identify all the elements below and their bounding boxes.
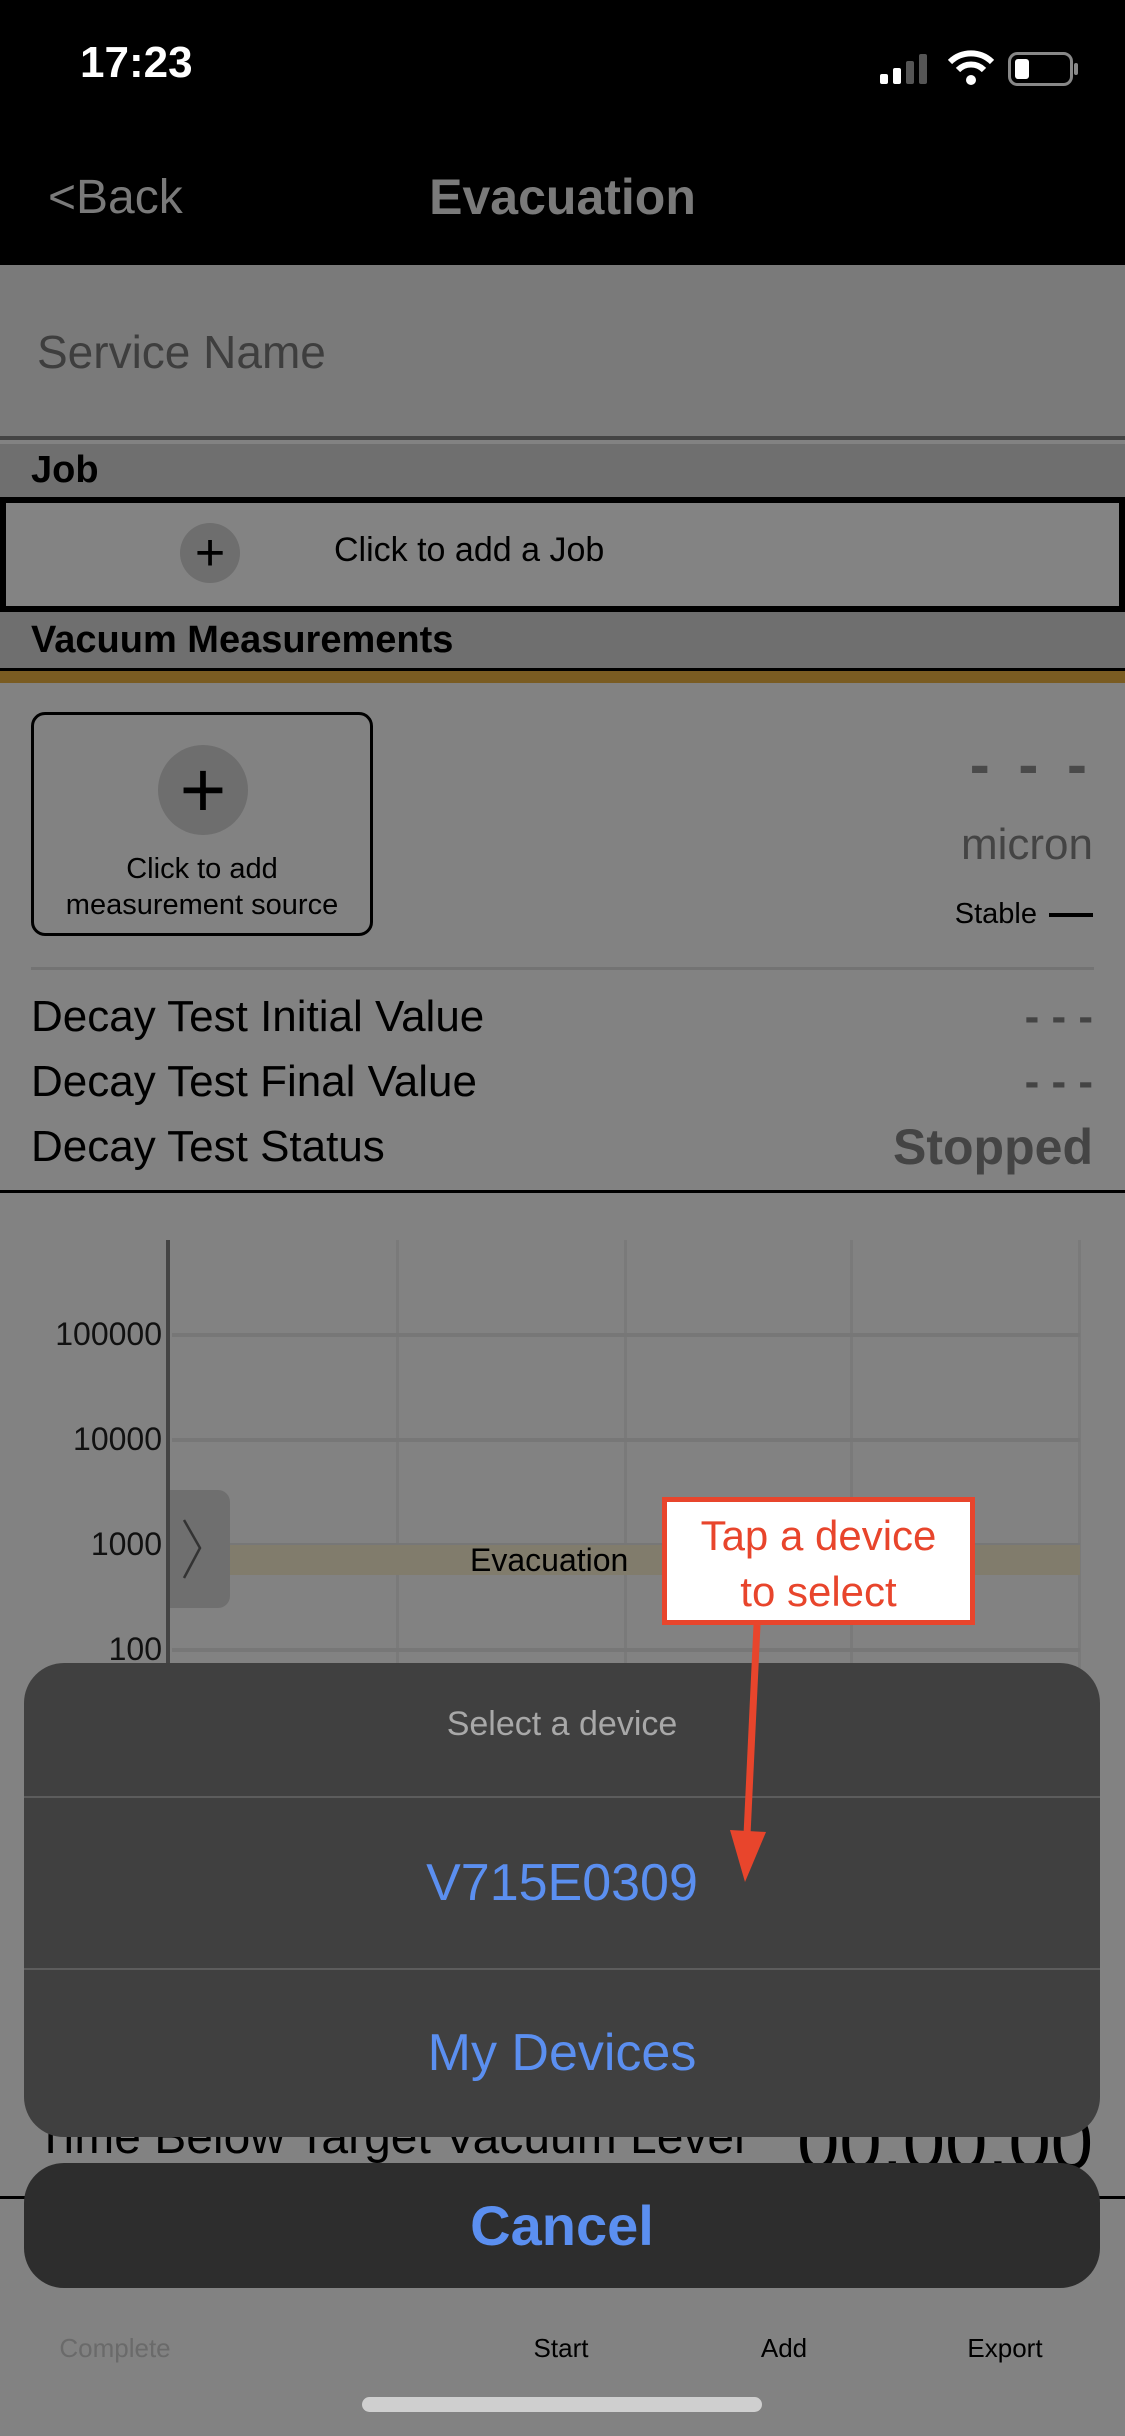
annotation-callout: Tap a device to select	[662, 1497, 975, 1625]
decay-final-label: Decay Test Final Value	[31, 1057, 477, 1106]
decay-status-label: Decay Test Status	[31, 1122, 385, 1171]
decay-status-value: Stopped	[893, 1119, 1093, 1175]
annotation-arrow-icon	[730, 1624, 766, 1882]
section-accent-line	[0, 668, 1125, 683]
vacuum-reading: - - -	[969, 731, 1093, 798]
add-job-button[interactable]: + Click to add a Job	[0, 497, 1125, 612]
battery-icon	[1008, 52, 1080, 86]
stability-indicator: Stable	[955, 898, 1093, 931]
grid-line-vertical	[1078, 1240, 1081, 1680]
signal-icon	[880, 54, 932, 84]
stability-label: Stable	[954, 898, 1037, 930]
home-indicator[interactable]	[362, 2397, 762, 2412]
decay-initial-label: Decay Test Initial Value	[31, 992, 485, 1041]
divider	[31, 967, 1094, 970]
y-axis	[166, 1240, 170, 1680]
add-source-label: Click to add measurement source	[34, 851, 370, 923]
add-measurement-source-button[interactable]: + Click to add measurement source	[31, 712, 373, 936]
decay-final-value: - - -	[1024, 1057, 1093, 1106]
plus-icon: +	[158, 745, 248, 835]
grid-line-vertical	[396, 1240, 399, 1680]
service-name-placeholder: Service Name	[37, 326, 326, 378]
divider	[0, 1190, 1125, 1193]
add-job-label: Click to add a Job	[334, 531, 605, 569]
grid-line-vertical	[624, 1240, 627, 1680]
grid-line-10000	[172, 1438, 1080, 1442]
chevron-right-icon	[182, 1519, 202, 1579]
y-tick-label: 10000	[73, 1421, 162, 1457]
job-section-header: Job	[0, 444, 1125, 497]
annotation-line1: Tap a device	[700, 1512, 937, 1559]
service-name-input[interactable]: Service Name	[0, 265, 1125, 440]
y-tick-label: 1000	[90, 1526, 162, 1562]
status-time: 17:23	[80, 38, 193, 87]
stable-dash-icon	[1049, 912, 1093, 917]
add-source-label-line2: measurement source	[65, 889, 339, 921]
target-band-label: Evacuation	[470, 1542, 629, 1578]
action-sheet-title: Select a device	[446, 1705, 678, 1743]
plus-icon: +	[180, 523, 240, 583]
tab-start[interactable]: Start	[534, 2333, 589, 2364]
vacuum-section-header: Vacuum Measurements	[0, 612, 1125, 668]
decay-initial-value: - - -	[1024, 992, 1093, 1041]
page-title: Evacuation	[429, 169, 696, 225]
job-header-label: Job	[31, 449, 99, 491]
expand-panel-chevron[interactable]	[170, 1490, 230, 1608]
vacuum-header-label: Vacuum Measurements	[31, 619, 454, 661]
vacuum-unit: micron	[960, 820, 1093, 869]
y-tick-label: 100000	[55, 1316, 162, 1352]
annotation-line2: to select	[740, 1568, 897, 1615]
add-source-label-line1: Click to add	[126, 853, 278, 885]
cancel-label: Cancel	[470, 2194, 654, 2257]
grid-line-100000	[172, 1333, 1080, 1337]
grid-line-100	[172, 1648, 1080, 1652]
tab-add[interactable]: Add	[761, 2333, 807, 2364]
my-devices-option[interactable]: My Devices	[24, 1970, 1100, 2137]
wifi-icon	[947, 50, 995, 86]
tab-export[interactable]: Export	[967, 2333, 1042, 2364]
device-option-v715e0309[interactable]: V715E0309	[24, 1798, 1100, 1968]
tab-complete[interactable]: Complete	[59, 2333, 170, 2364]
device-action-sheet: Select a device V715E0309 My Devices	[24, 1663, 1100, 2137]
cancel-button[interactable]: Cancel	[24, 2163, 1100, 2288]
